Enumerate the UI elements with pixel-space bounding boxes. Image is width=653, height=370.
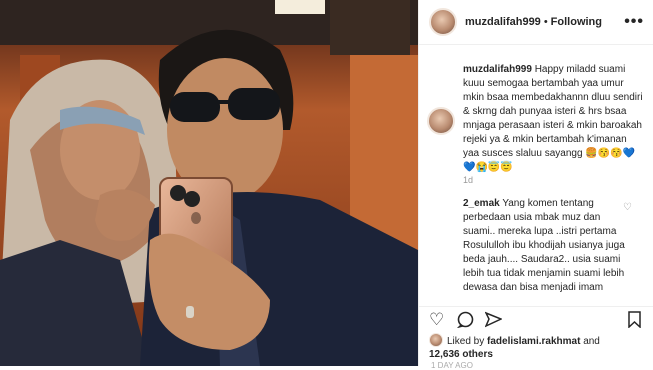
likes-prefix: Liked by xyxy=(447,336,485,347)
caption-avatar[interactable] xyxy=(427,107,455,135)
caption-username[interactable]: muzdalifah999 xyxy=(463,64,532,75)
bookmark-icon[interactable] xyxy=(627,311,642,332)
post-photo[interactable] xyxy=(0,0,418,366)
liker-username[interactable]: fadelislami.rakhmat xyxy=(487,336,580,347)
likes-and: and xyxy=(583,336,600,347)
comment-text: Yang komen tentang perbedaan usia mbak m… xyxy=(463,198,625,293)
action-bar: ♡ xyxy=(419,306,653,333)
likes-count[interactable]: 12,636 others xyxy=(429,349,493,360)
comments-list[interactable]: muzdalifah999 Happy miladd suami kuuu se… xyxy=(419,45,653,305)
more-options-icon[interactable]: ••• xyxy=(624,13,644,31)
comment-item: 2_emak Yang komen tentang perbedaan usia… xyxy=(463,197,633,295)
separator-dot: • xyxy=(543,16,548,28)
following-button[interactable]: Following xyxy=(551,16,602,28)
likes-summary: Liked by fadelislami.rakhmat and 12,636 … xyxy=(429,333,649,361)
caption-age: 1d xyxy=(463,175,474,185)
post-side-panel: muzdalifah999 • Following ••• muzdalifah… xyxy=(418,0,653,370)
caption: muzdalifah999 Happy miladd suami kuuu se… xyxy=(427,63,643,175)
avatar[interactable] xyxy=(429,8,457,36)
selfie-image xyxy=(0,0,418,366)
comment-bubble-icon[interactable] xyxy=(456,311,474,332)
comment-username[interactable]: 2_emak xyxy=(463,198,500,209)
liker-avatar[interactable] xyxy=(429,333,443,347)
like-heart-icon[interactable]: ♡ xyxy=(429,311,444,329)
author-username[interactable]: muzdalifah999 xyxy=(465,16,541,28)
post-header: muzdalifah999 • Following ••• xyxy=(419,0,653,45)
share-icon[interactable] xyxy=(484,311,503,332)
comment-like-icon[interactable]: ♡ xyxy=(623,202,632,213)
caption-text: Happy miladd suami kuuu semogaa bertamba… xyxy=(463,64,643,173)
